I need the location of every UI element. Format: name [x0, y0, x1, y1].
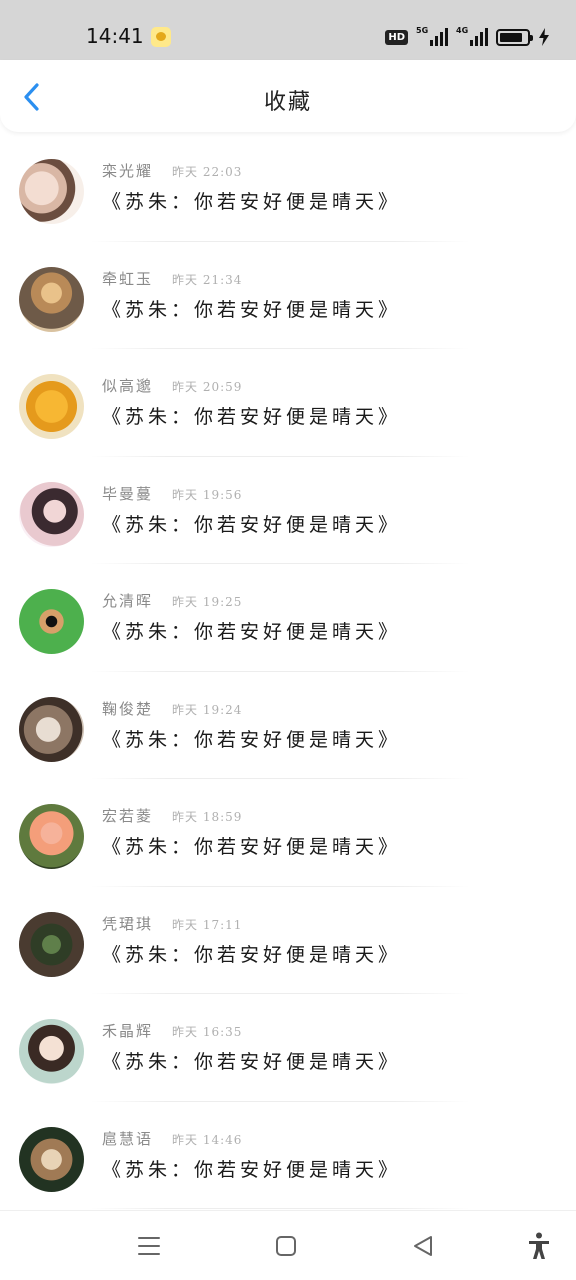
item-content[interactable]: 《苏朱：你若安好便是晴天》 [102, 402, 401, 429]
item-content[interactable]: 《苏朱：你若安好便是晴天》 [102, 940, 401, 967]
back-triangle-icon [414, 1236, 432, 1256]
item-content[interactable]: 《苏朱：你若安好便是晴天》 [102, 1047, 401, 1074]
item-content[interactable]: 《苏朱：你若安好便是晴天》 [102, 1155, 401, 1182]
item-content[interactable]: 《苏朱：你若安好便是晴天》 [102, 187, 401, 214]
item-timestamp: 昨天 19:25 [172, 595, 243, 609]
avatar[interactable] [19, 159, 84, 224]
signal-5g-icon: 5G [416, 26, 448, 46]
signal-4g-icon: 4G [456, 26, 488, 46]
battery-fill [500, 32, 522, 42]
back-nav-button[interactable] [408, 1231, 438, 1261]
item-timestamp: 昨天 16:35 [172, 1025, 243, 1039]
item-timestamp: 昨天 21:34 [172, 272, 243, 287]
network-type-label: 4G [456, 26, 469, 35]
list-item[interactable]: 扈慧语 昨天 14:46 《苏朱：你若安好便是晴天》 [0, 1102, 576, 1209]
item-header: 禾晶辉 昨天 16:35 [102, 1020, 242, 1041]
item-author-name: 凭珺琪 [102, 914, 154, 933]
avatar[interactable] [19, 481, 84, 547]
battery-icon [496, 28, 533, 46]
item-header: 鞠俊楚 昨天 19:24 [102, 698, 242, 719]
item-timestamp: 昨天 19:24 [172, 702, 243, 717]
list-item[interactable]: 凭珺琪 昨天 17:11 《苏朱：你若安好便是晴天》 [0, 887, 576, 994]
item-author-name: 宏若菱 [102, 807, 154, 825]
item-header: 扈慧语 昨天 14:46 [102, 1128, 242, 1149]
avatar[interactable] [19, 589, 84, 654]
avatar[interactable] [19, 911, 84, 977]
accessibility-icon [529, 1232, 549, 1259]
item-author-name: 扈慧语 [102, 1129, 154, 1148]
favorites-list: 栾光耀 昨天 22:03 《苏朱：你若安好便是晴天》 牵虹玉 昨天 21:34 《苏朱：你… [0, 134, 576, 1209]
item-header: 牵虹玉 昨天 21:34 [102, 268, 242, 289]
item-author-name: 允清晖 [102, 592, 154, 610]
item-author-name: 鞠俊楚 [102, 699, 154, 718]
item-header: 栾光耀 昨天 22:03 [102, 160, 242, 181]
home-square-icon [276, 1236, 296, 1256]
item-timestamp: 昨天 22:03 [172, 165, 243, 179]
avatar[interactable] [19, 696, 84, 762]
title-bar: 收藏 [0, 60, 576, 132]
item-header: 宏若菱 昨天 18:59 [102, 805, 242, 826]
item-timestamp: 昨天 20:59 [172, 380, 243, 394]
item-timestamp: 昨天 17:11 [172, 917, 243, 932]
avatar[interactable] [19, 374, 84, 439]
list-item[interactable]: 允清晖 昨天 19:25 《苏朱：你若安好便是晴天》 [0, 564, 576, 672]
item-content[interactable]: 《苏朱：你若安好便是晴天》 [102, 832, 401, 859]
avatar[interactable] [19, 1126, 84, 1192]
item-content[interactable]: 《苏朱：你若安好便是晴天》 [102, 510, 401, 537]
list-item[interactable]: 毕曼蔓 昨天 19:56 《苏朱：你若安好便是晴天》 [0, 457, 576, 564]
item-header: 似高邈 昨天 20:59 [102, 375, 242, 396]
item-content[interactable]: 《苏朱：你若安好便是晴天》 [102, 295, 401, 322]
list-item[interactable]: 牵虹玉 昨天 21:34 《苏朱：你若安好便是晴天》 [0, 242, 576, 349]
list-item[interactable]: 宏若菱 昨天 18:59 《苏朱：你若安好便是晴天》 [0, 779, 576, 887]
item-header: 毕曼蔓 昨天 19:56 [102, 483, 242, 504]
list-item[interactable]: 栾光耀 昨天 22:03 《苏朱：你若安好便是晴天》 [0, 134, 576, 242]
qq-notification-icon [151, 27, 171, 47]
status-bar: 14:41 HD 5G 4G [0, 0, 576, 60]
item-header: 允清晖 昨天 19:25 [102, 590, 242, 611]
status-indicators: HD 5G 4G [385, 25, 550, 49]
item-author-name: 栾光耀 [102, 162, 154, 180]
navigation-bar [0, 1210, 576, 1280]
list-item[interactable]: 鞠俊楚 昨天 19:24 《苏朱：你若安好便是晴天》 [0, 672, 576, 779]
divider [90, 1208, 470, 1209]
list-item[interactable]: 似高邈 昨天 20:59 《苏朱：你若安好便是晴天》 [0, 349, 576, 457]
item-header: 凭珺琪 昨天 17:11 [102, 913, 242, 934]
hd-icon: HD [385, 29, 408, 45]
menu-button[interactable] [134, 1231, 164, 1261]
item-content[interactable]: 《苏朱：你若安好便是晴天》 [102, 617, 401, 644]
item-timestamp: 昨天 18:59 [172, 810, 243, 824]
home-button[interactable] [271, 1231, 301, 1261]
avatar[interactable] [19, 804, 84, 869]
item-author-name: 毕曼蔓 [102, 484, 154, 503]
avatar[interactable] [19, 1019, 84, 1084]
menu-icon [138, 1237, 160, 1255]
list-item[interactable]: 禾晶辉 昨天 16:35 《苏朱：你若安好便是晴天》 [0, 994, 576, 1102]
avatar[interactable] [19, 266, 84, 332]
item-content[interactable]: 《苏朱：你若安好便是晴天》 [102, 725, 401, 752]
accessibility-button[interactable] [524, 1231, 554, 1261]
item-author-name: 牵虹玉 [102, 269, 154, 288]
item-timestamp: 昨天 19:56 [172, 487, 243, 502]
network-type-label: 5G [416, 26, 429, 35]
item-timestamp: 昨天 14:46 [172, 1132, 243, 1147]
status-time: 14:41 [86, 24, 144, 48]
page-title: 收藏 [263, 90, 312, 115]
charging-icon [539, 28, 549, 46]
item-author-name: 禾晶辉 [102, 1022, 154, 1040]
item-author-name: 似高邈 [102, 377, 154, 395]
